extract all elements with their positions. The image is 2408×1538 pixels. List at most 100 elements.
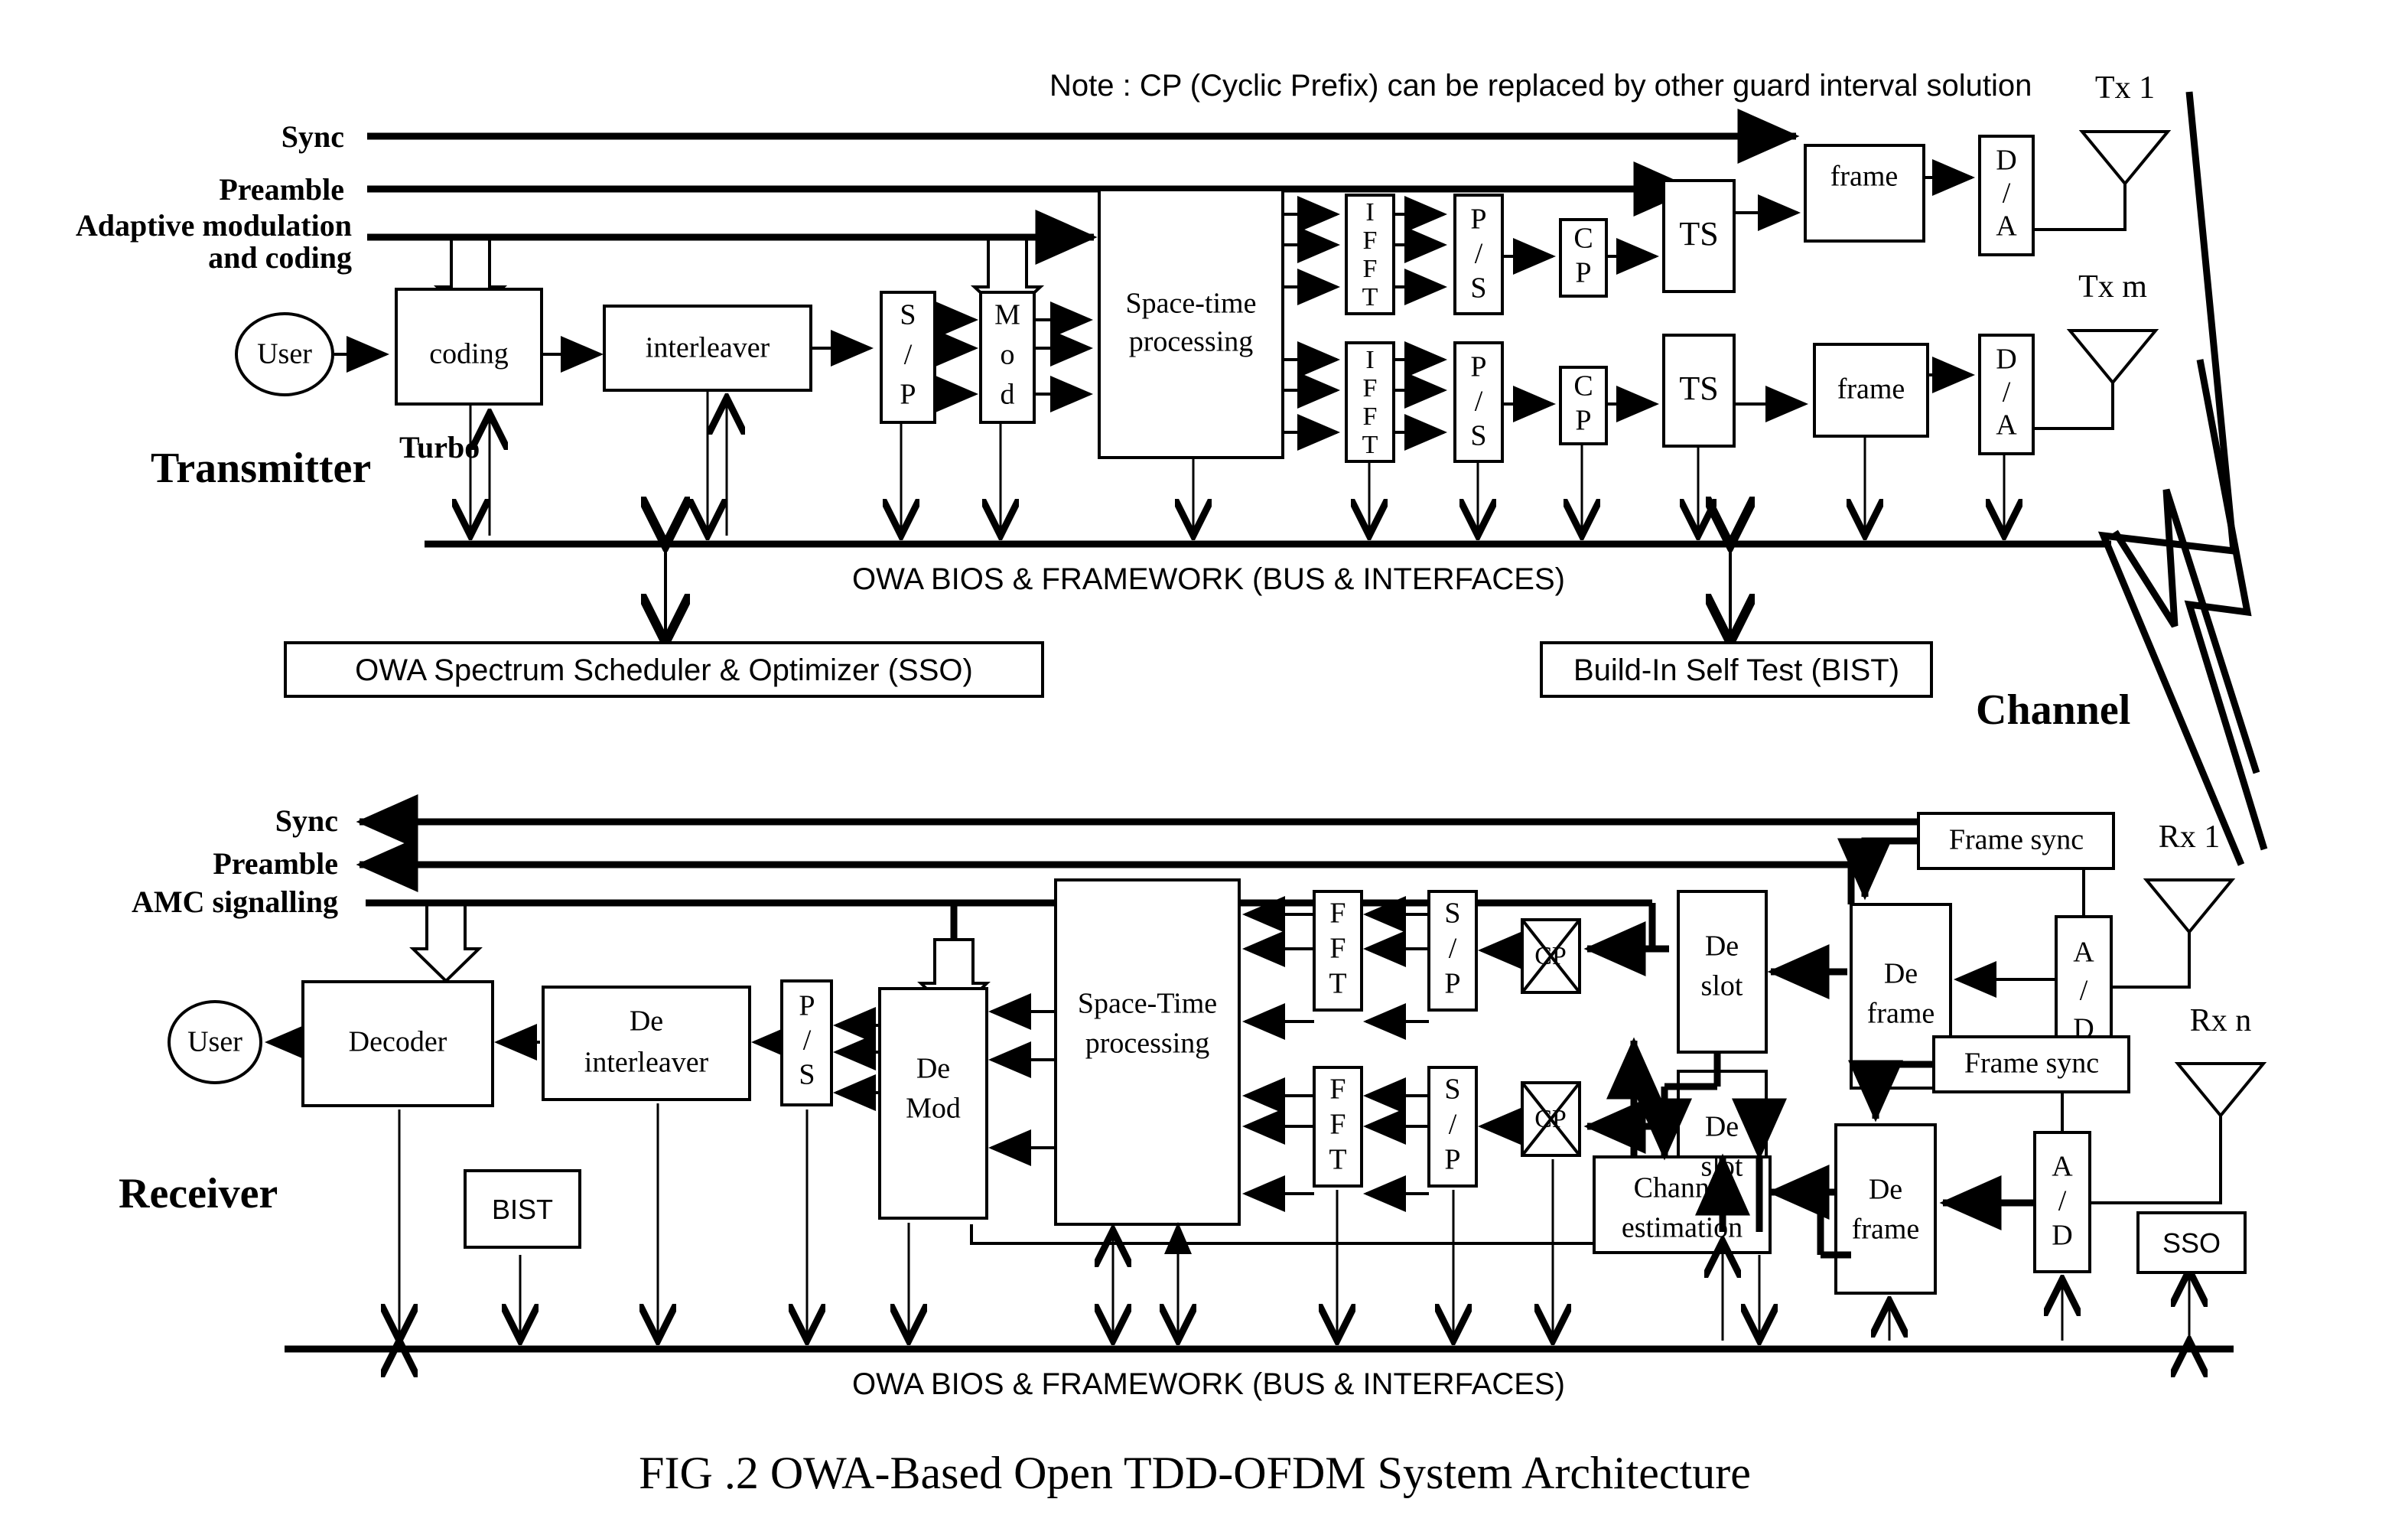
- tx-ifft-top-char-2: F: [1363, 255, 1378, 283]
- rx-bus-label: OWA BIOS & FRAMEWORK (BUS & INTERFACES): [852, 1367, 1565, 1401]
- rx-space-time-line2: processing: [1085, 1028, 1210, 1060]
- tx-ps-top-char-0: P: [1470, 204, 1486, 236]
- rx-sp-bottom-char-1: /: [1449, 1109, 1457, 1141]
- receiver-section-label: Receiver: [119, 1170, 278, 1217]
- tx-sp-char-0: S: [900, 299, 916, 331]
- tx-mod-char-2: d: [1001, 379, 1015, 411]
- rx-deinterleaver-line1: De: [630, 1005, 663, 1038]
- rx-deinterleaver-line2: interleaver: [584, 1047, 709, 1079]
- rx-de-slot-top-line2: slot: [1701, 970, 1743, 1002]
- rx1-antenna-label: Rx 1: [2159, 820, 2221, 855]
- rx-cp-bottom-label: CP: [1534, 1105, 1567, 1133]
- tx-sp-char-2: P: [900, 379, 916, 411]
- rx-user-label: User: [187, 1026, 242, 1058]
- rx-sp-top-char-0: S: [1444, 898, 1460, 930]
- rx-de-frame-bottom-line2: frame: [1852, 1214, 1920, 1246]
- tx-user-label: User: [257, 338, 312, 370]
- tx-ps-top-char-1: /: [1475, 238, 1483, 270]
- rx-ad-bottom-char-0: A: [2052, 1151, 2073, 1183]
- rx-de-slot-bottom-line1: De: [1705, 1111, 1739, 1143]
- tx-mod-char-0: M: [994, 299, 1020, 331]
- rx-space-time-line1: Space-Time: [1078, 988, 1217, 1020]
- tx-amc-label-line1: Adaptive modulation: [76, 208, 352, 243]
- note-text: Note : CP (Cyclic Prefix) can be replace…: [1049, 69, 2032, 103]
- tx-cp-bottom-char-1: P: [1575, 405, 1591, 437]
- tx-sp-char-1: /: [904, 339, 913, 371]
- rx-demod-line2: Mod: [906, 1093, 961, 1125]
- tx-turbo-label: Turbo: [399, 430, 480, 464]
- channel-section-label: Channel: [1976, 686, 2130, 734]
- tx-ifft-bottom-char-1: F: [1363, 374, 1378, 402]
- text-layer: Note : CP (Cyclic Prefix) can be replace…: [76, 69, 2252, 1498]
- tx-frame-top-label: frame: [1830, 161, 1899, 193]
- transmitter-section-label: Transmitter: [151, 445, 371, 492]
- rx-de-frame-top-line2: frame: [1867, 998, 1935, 1030]
- rx-fft-top-char-1: F: [1329, 933, 1346, 965]
- rx-channel-estimation-line2: estimation: [1622, 1212, 1743, 1244]
- rxn-antenna-label: Rx n: [2190, 1003, 2252, 1038]
- rx-amc-label: AMC signalling: [132, 885, 338, 919]
- rx-ad-top-char-0: A: [2073, 937, 2094, 969]
- tx-preamble-label: Preamble: [219, 172, 344, 207]
- rx-ad-bottom-char-2: D: [2052, 1220, 2072, 1252]
- figure-caption: FIG .2 OWA-Based Open TDD-OFDM System Ar…: [639, 1448, 1751, 1498]
- tx-coding-label: coding: [429, 338, 508, 370]
- rx-ad-bottom-char-1: /: [2058, 1185, 2067, 1217]
- tx-bist-label: Build-In Self Test (BIST): [1573, 653, 1899, 687]
- tx-da-bottom-char-1: /: [2003, 376, 2011, 409]
- tx-ifft-bottom-char-0: I: [1365, 346, 1374, 374]
- tx-ps-bottom-char-0: P: [1470, 351, 1486, 383]
- tx-space-time-line1: Space-time: [1126, 288, 1257, 320]
- rx-sp-top-char-2: P: [1444, 968, 1460, 1000]
- txm-antenna-label: Tx m: [2078, 269, 2147, 305]
- rx-de-slot-top-line1: De: [1705, 930, 1739, 963]
- rx-fft-bottom-char-1: F: [1329, 1109, 1346, 1141]
- tx-da-top-char-0: D: [1996, 145, 2016, 177]
- rx-ps-char-0: P: [799, 990, 815, 1022]
- tx-cp-top-char-0: C: [1573, 223, 1593, 255]
- tx-sync-label: Sync: [281, 119, 344, 154]
- tx-ps-bottom-char-1: /: [1475, 386, 1483, 418]
- tx-ifft-bottom-char-3: T: [1362, 431, 1378, 459]
- rx-channel-estimation-line1: Channel: [1634, 1172, 1731, 1204]
- rx-frame-sync-top-label: Frame sync: [1949, 824, 2084, 856]
- tx-amc-label-line2: and coding: [208, 240, 352, 275]
- rx-decoder-label: Decoder: [349, 1026, 447, 1058]
- rx-de-frame-top-line1: De: [1884, 958, 1918, 990]
- rx-ad-top-char-1: /: [2080, 975, 2088, 1007]
- tx-cp-top-char-1: P: [1575, 257, 1591, 289]
- tx-mod-char-1: o: [1001, 339, 1015, 371]
- rx-preamble-label: Preamble: [213, 846, 338, 881]
- rx-fft-bottom-char-0: F: [1329, 1074, 1346, 1106]
- rx-sp-bottom-char-2: P: [1444, 1144, 1460, 1176]
- tx-da-top-char-1: /: [2003, 178, 2011, 210]
- rx-fft-top-char-2: T: [1329, 968, 1346, 1000]
- tx-da-bottom-char-0: D: [1996, 344, 2016, 376]
- tx-frame-bottom-label: frame: [1837, 373, 1905, 406]
- tx-cp-bottom-char-0: C: [1573, 370, 1593, 402]
- rx-bist-label: BIST: [492, 1194, 553, 1225]
- rx-de-frame-bottom-line1: De: [1869, 1174, 1902, 1206]
- rx-sso-label: SSO: [2162, 1227, 2221, 1259]
- tx-sso-label: OWA Spectrum Scheduler & Optimizer (SSO): [355, 653, 973, 687]
- tx-ps-bottom-char-2: S: [1470, 420, 1486, 452]
- figure-container: Note : CP (Cyclic Prefix) can be replace…: [0, 0, 2408, 1538]
- tx-ts-top-label: TS: [1679, 215, 1718, 253]
- tx-ts-bottom-label: TS: [1679, 370, 1718, 407]
- rx-ps-char-2: S: [799, 1059, 815, 1091]
- rx-sp-bottom-char-0: S: [1444, 1074, 1460, 1106]
- tx-space-time-line2: processing: [1129, 326, 1254, 358]
- tx1-antenna-label: Tx 1: [2095, 70, 2155, 106]
- tx-ifft-top-char-1: F: [1363, 226, 1378, 255]
- rx-demod-line1: De: [916, 1053, 950, 1085]
- rx-frame-sync-bottom-label: Frame sync: [1964, 1048, 2099, 1080]
- rx-fft-top-char-0: F: [1329, 898, 1346, 930]
- tx-ifft-top-char-3: T: [1362, 283, 1378, 311]
- rx-sp-top-char-1: /: [1449, 933, 1457, 965]
- tx-ps-top-char-2: S: [1470, 272, 1486, 305]
- tx-ifft-top-char-0: I: [1365, 198, 1374, 226]
- tx-interleaver-label: interleaver: [646, 332, 770, 364]
- tx-bus-label: OWA BIOS & FRAMEWORK (BUS & INTERFACES): [852, 562, 1565, 596]
- rx-ps-char-1: /: [803, 1025, 812, 1057]
- rx-ad-top-char-2: D: [2073, 1013, 2094, 1045]
